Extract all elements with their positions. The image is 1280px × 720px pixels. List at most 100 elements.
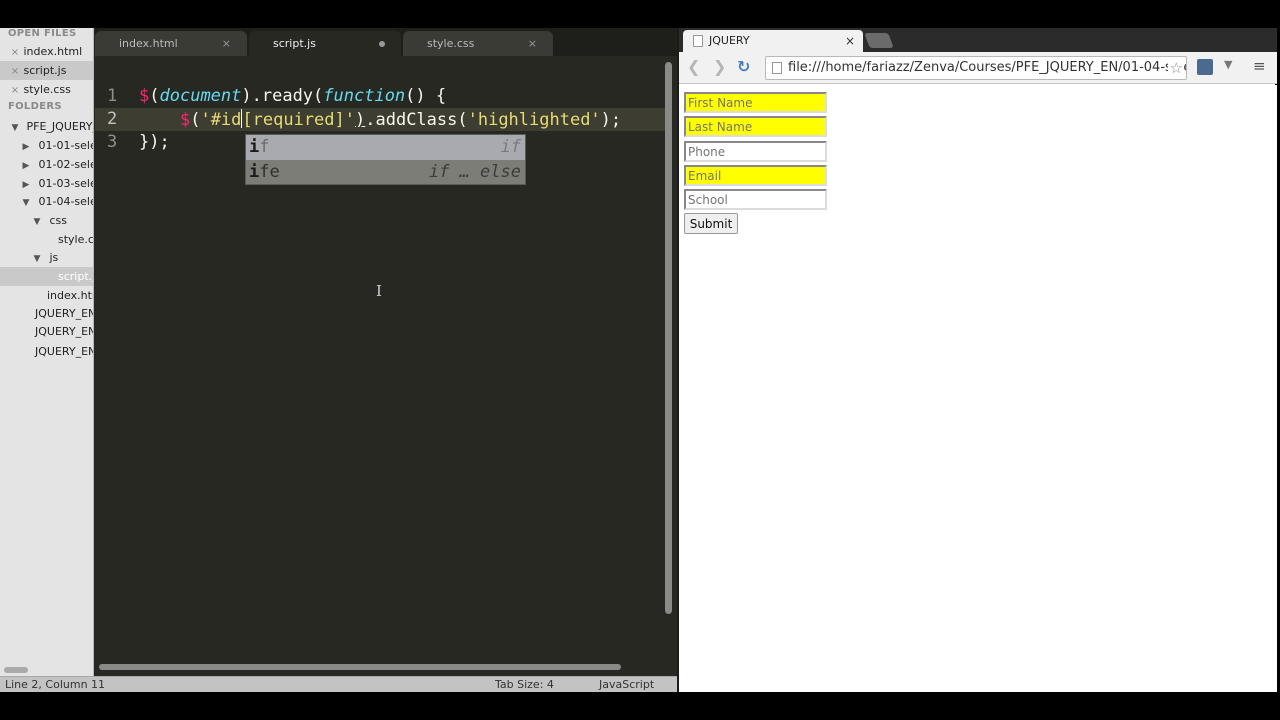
back-arrow-icon[interactable]: ❮ <box>687 57 700 77</box>
bookmark-star-icon[interactable]: ☆ <box>1167 57 1183 79</box>
autocomplete-rest: fe <box>259 162 280 182</box>
autocomplete-item[interactable]: if if <box>246 135 525 160</box>
code-token: ) <box>355 110 366 130</box>
ibeam-cursor-icon: I <box>376 282 382 300</box>
code-token: function <box>323 86 406 106</box>
disclosure-icon[interactable]: ▼ <box>21 194 31 211</box>
extension-icon[interactable] <box>1197 59 1213 75</box>
disclosure-icon[interactable]: ▼ <box>10 119 20 136</box>
close-icon[interactable]: × <box>10 43 20 61</box>
forward-arrow-icon[interactable]: ❯ <box>713 57 726 77</box>
code-token: () { <box>405 86 447 106</box>
tab-size[interactable]: Tab Size: 4 <box>495 677 554 692</box>
line-number: 1 <box>107 86 118 106</box>
code-token: $ <box>139 86 150 106</box>
horizontal-scrollbar[interactable] <box>99 664 621 670</box>
code-editor-window: OPEN FILES × index.html × script.js × st… <box>0 28 677 692</box>
sidebar-scrollbar[interactable] <box>4 667 28 673</box>
chevron-down-icon[interactable]: ▼ <box>1224 58 1232 71</box>
line-number: 2 <box>107 109 118 129</box>
tab-index-html[interactable]: index.html × <box>95 31 247 56</box>
file-item[interactable]: script.js <box>0 267 93 286</box>
file-label: index.html <box>47 289 93 302</box>
tab-script-js[interactable]: script.js <box>249 31 401 56</box>
folder-label: PFE_JQUERY_EN <box>26 120 94 133</box>
folder-item[interactable]: ▼ 01-04-selectors <box>0 192 93 211</box>
code-line-2: $('#id[required]').addClass('highlighted… <box>139 109 621 130</box>
syntax-mode[interactable]: JavaScript <box>599 677 654 692</box>
folder-item[interactable]: ▶ 01-03-selectors <box>0 174 94 193</box>
folder-item[interactable]: ▶ 01-02-selectors <box>0 155 93 174</box>
close-icon[interactable]: × <box>222 31 231 56</box>
folder-item[interactable]: ▼ js <box>0 248 93 267</box>
open-file-label: index.html <box>23 45 83 58</box>
first-name-field[interactable] <box>684 92 827 113</box>
phone-field[interactable] <box>684 141 827 162</box>
tab-style-css[interactable]: style.css × <box>403 31 553 56</box>
close-icon[interactable]: × <box>10 62 20 80</box>
autocomplete-item[interactable]: ife if … else <box>246 160 525 185</box>
page-icon <box>772 62 782 74</box>
vertical-scrollbar[interactable] <box>665 62 672 614</box>
line-number: 3 <box>107 132 118 152</box>
email-field[interactable] <box>684 165 827 186</box>
submit-button[interactable]: Submit <box>684 213 738 234</box>
code-token: '#id <box>200 110 242 130</box>
open-file-label: style.css <box>23 83 71 96</box>
close-icon[interactable]: × <box>10 81 20 99</box>
page-icon <box>693 35 703 47</box>
sidebar: OPEN FILES × index.html × script.js × st… <box>0 28 94 676</box>
close-icon[interactable]: × <box>528 31 537 56</box>
close-icon[interactable]: × <box>845 30 855 52</box>
status-bar: Line 2, Column 11 Tab Size: 4 JavaScript <box>0 676 677 692</box>
menu-icon[interactable]: ≡ <box>1253 57 1266 75</box>
open-files-heading: OPEN FILES <box>8 28 77 39</box>
file-item[interactable]: index.html <box>0 286 93 305</box>
reload-icon[interactable]: ↻ <box>737 57 750 77</box>
disclosure-icon[interactable]: ▶ <box>21 176 31 193</box>
file-item[interactable]: JQUERY_EN <box>0 342 94 361</box>
folder-label: css <box>49 214 68 227</box>
folders-heading: FOLDERS <box>8 101 62 112</box>
open-file-style-css[interactable]: × style.css <box>0 80 93 99</box>
file-label: style.css <box>58 233 94 246</box>
open-file-index-html[interactable]: × index.html <box>0 42 93 61</box>
disclosure-icon[interactable]: ▼ <box>32 250 42 267</box>
new-tab-button[interactable] <box>864 33 894 48</box>
code-token: $ <box>179 110 191 130</box>
code-token: [required]' <box>242 110 355 130</box>
file-item[interactable]: JQUERY_EN <box>0 322 93 341</box>
file-label: script.js <box>58 270 93 283</box>
folder-label: 01-03-selectors <box>38 177 94 190</box>
code-area[interactable]: 1 2 3 $(document).ready(function() { $('… <box>95 56 677 676</box>
file-label: JQUERY_EN <box>35 307 94 320</box>
disclosure-icon[interactable]: ▶ <box>21 157 31 174</box>
school-field[interactable] <box>684 189 827 210</box>
disclosure-icon[interactable]: ▼ <box>32 213 42 230</box>
autocomplete-hint: if <box>500 137 521 157</box>
unsaved-dot-icon[interactable] <box>379 41 385 47</box>
folder-label: js <box>49 251 59 264</box>
folder-item[interactable]: ▼ css <box>0 211 93 230</box>
open-file-label: script.js <box>23 64 67 77</box>
code-token: ).ready( <box>241 86 324 106</box>
file-item[interactable]: JQUERY_EN <box>0 304 94 323</box>
page-content: Submit <box>679 85 1277 692</box>
code-line-3: }); <box>139 132 170 152</box>
open-file-script-js[interactable]: × script.js <box>0 61 93 80</box>
code-token: document <box>159 86 242 106</box>
disclosure-icon[interactable]: ▶ <box>21 138 31 155</box>
file-label: JQUERY_EN <box>35 345 94 358</box>
browser-tab-strip: JQUERY × <box>679 28 1277 52</box>
file-item[interactable]: style.css <box>0 230 94 249</box>
browser-tab[interactable]: JQUERY × <box>683 30 863 52</box>
address-bar[interactable]: file:///home/fariazz/Zenva/Courses/PFE_J… <box>765 56 1187 80</box>
browser-toolbar: ❮ ❯ ↻ file:///home/fariazz/Zenva/Courses… <box>679 52 1277 84</box>
folder-item[interactable]: ▼ PFE_JQUERY_EN <box>0 117 94 136</box>
browser-window: JQUERY × ❮ ❯ ↻ file:///home/fariazz/Zenv… <box>677 28 1277 692</box>
last-name-field[interactable] <box>684 116 827 137</box>
folder-item[interactable]: ▶ 01-01-selectors <box>0 136 93 155</box>
autocomplete-match: i <box>249 137 260 157</box>
code-token: .addClass( <box>365 110 468 130</box>
